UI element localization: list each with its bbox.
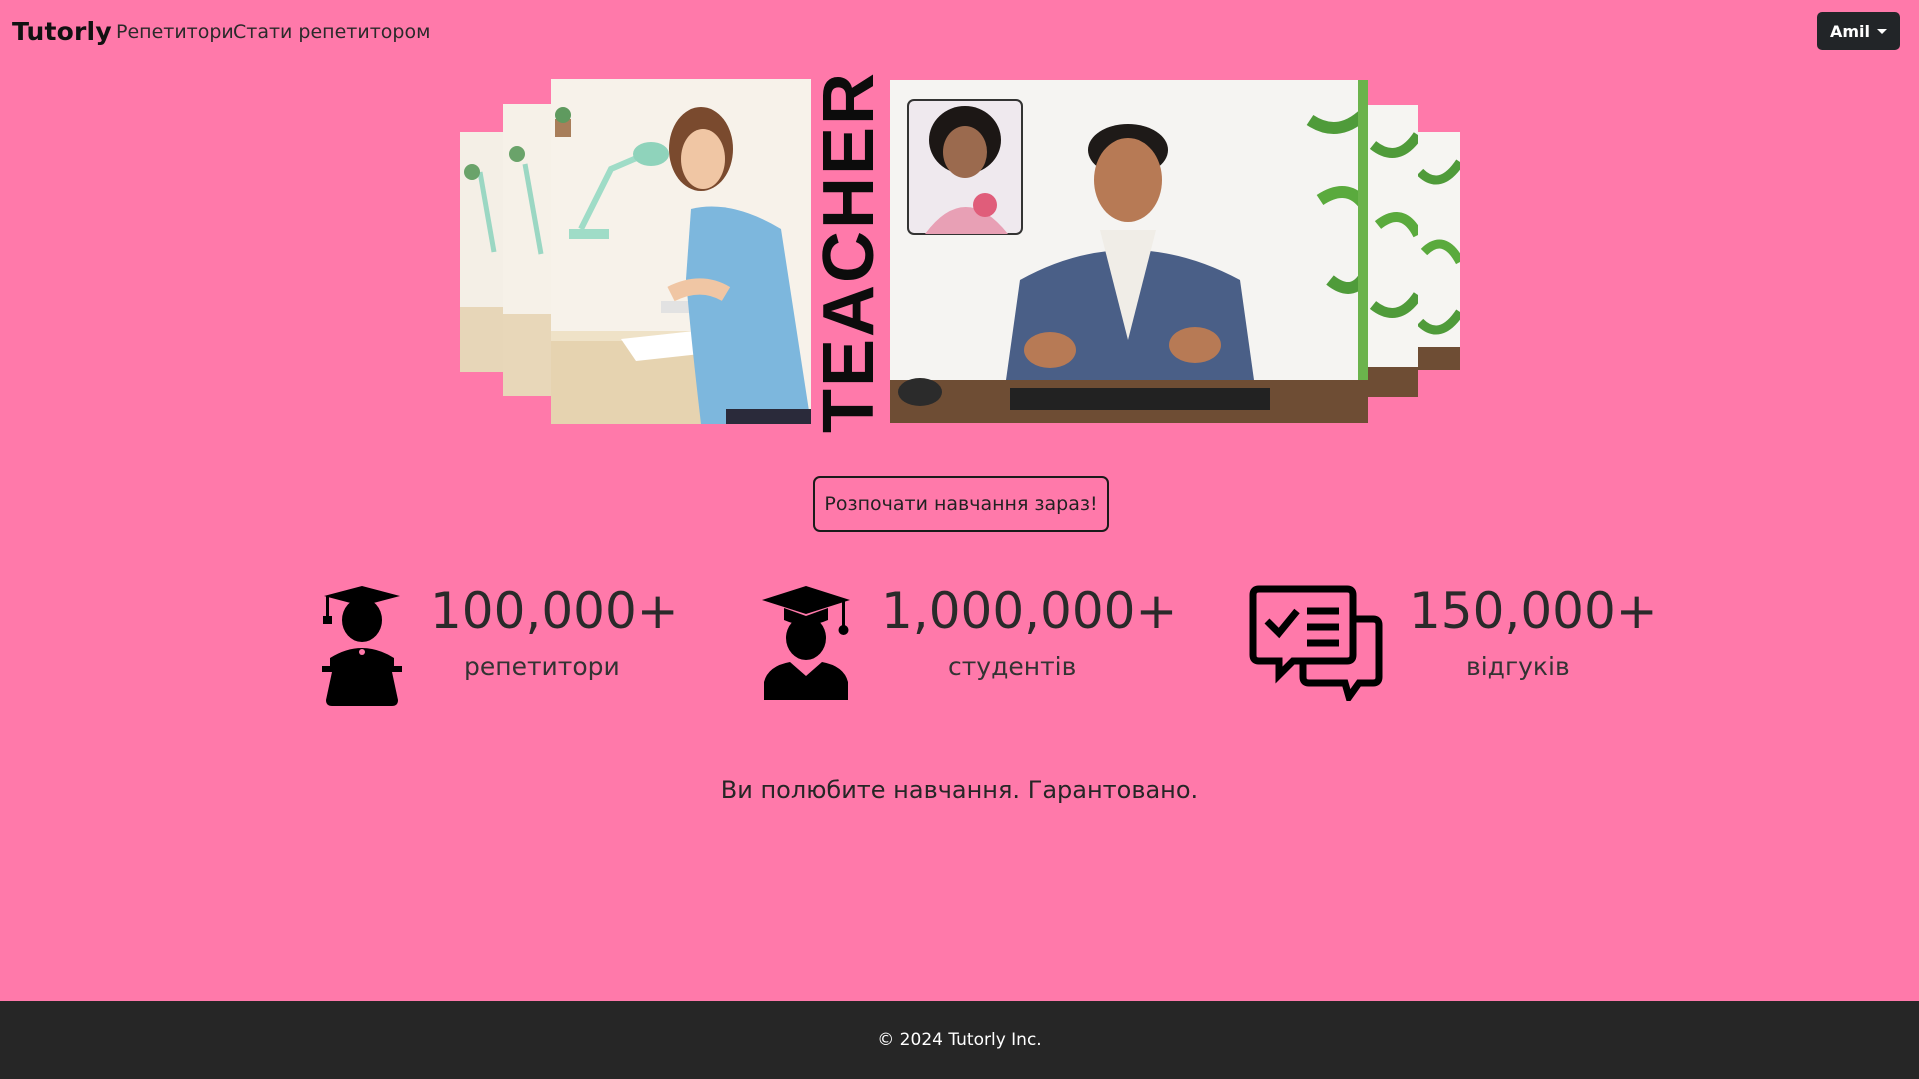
user-name: Amil (1829, 21, 1871, 41)
footer: © 2024 Tutorly Inc. (0, 1001, 1919, 1079)
hero-photo-woman-desk (551, 79, 811, 424)
hero-photo-right-back (1418, 132, 1460, 370)
review-chat-icon (1249, 585, 1383, 705)
tagline: Ви полюбите навчання. Гарантовано. (720, 776, 1199, 804)
stat-students-label: студентів (948, 652, 1077, 681)
chevron-down-icon (1877, 28, 1888, 34)
stat-reviews-number: 150,000+ (1409, 582, 1658, 640)
stat-tutors-number: 100,000+ (430, 582, 679, 640)
stat-reviews-label: відгуків (1466, 652, 1570, 681)
stat-students-number: 1,000,000+ (881, 582, 1178, 640)
hero-photo-right-middle (1368, 105, 1418, 397)
stat-tutors-label: репетитори (464, 652, 620, 681)
start-learning-button[interactable]: Розпочати навчання зараз! (813, 476, 1109, 532)
tutor-laptop-icon (318, 586, 406, 706)
nav-link-tutors[interactable]: Репетитори (116, 21, 234, 43)
footer-copyright: © 2024 Tutorly Inc. (877, 1030, 1042, 1050)
navbar: Tutorly Репетитори Стати репетитором Ami… (0, 0, 1919, 64)
nav-link-become-tutor[interactable]: Стати репетитором (233, 21, 430, 43)
student-graduate-icon (760, 586, 852, 700)
user-menu-button[interactable]: Amil (1817, 12, 1900, 50)
hero-photo-video-call (890, 80, 1368, 423)
hero-teacher-word: TEACHER (809, 70, 890, 434)
brand-logo[interactable]: Tutorly (12, 17, 112, 46)
